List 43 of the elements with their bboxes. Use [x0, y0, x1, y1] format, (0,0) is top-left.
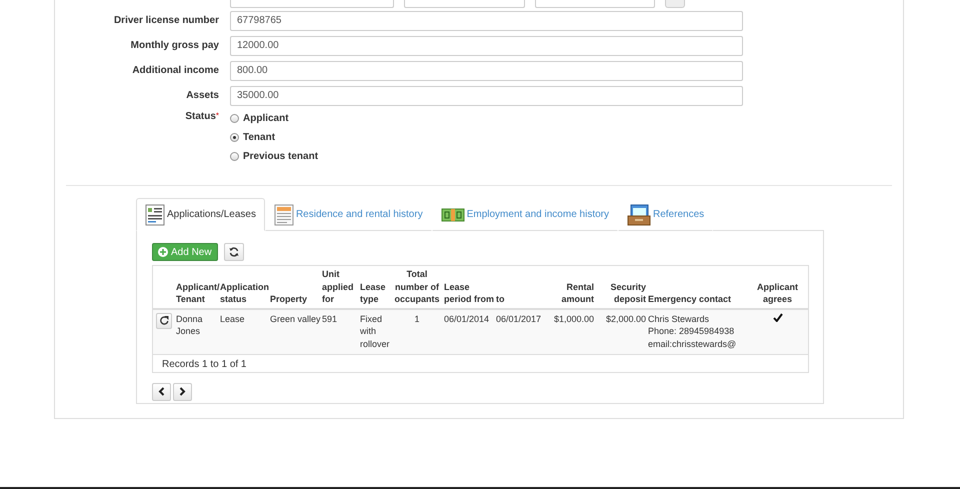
input-field[interactable]: 67798765: [230, 10, 743, 30]
chevron-right-icon: [179, 387, 186, 396]
table-cell: 06/01/2017: [495, 308, 545, 354]
table-cell: Fixed with rollover: [359, 308, 391, 354]
table-cell: Lease: [219, 308, 269, 354]
radio-option[interactable]: Tenant: [230, 130, 318, 144]
table-cell: 1: [391, 308, 443, 354]
tab[interactable]: Employment and income history: [432, 198, 618, 231]
table-cell: Chris Stewards Phone: 28945984938 email:chrisstewards@: [647, 308, 747, 354]
tab[interactable]: References: [618, 198, 714, 231]
money-icon: [440, 206, 465, 222]
previous-button[interactable]: [152, 382, 171, 401]
tab[interactable]: Residence and rental history: [264, 198, 432, 231]
radio-option[interactable]: Previous tenant: [230, 149, 318, 163]
refresh-button[interactable]: [224, 243, 244, 261]
input-field[interactable]: 12000.00: [230, 36, 743, 56]
table-cell: 06/01/2014: [443, 308, 495, 354]
tab[interactable]: Applications/Leases: [136, 198, 265, 231]
field-label: Additional income: [131, 65, 220, 76]
form-icon: [145, 204, 165, 226]
radio-option[interactable]: Applicant: [230, 111, 318, 125]
chevron-left-icon: [158, 387, 165, 396]
tray-icon: [627, 204, 651, 226]
open-row-button[interactable]: [156, 312, 172, 328]
next-button[interactable]: [173, 382, 192, 401]
table-cell: $1,000.00: [545, 308, 595, 354]
plus-circle-icon: [158, 247, 168, 257]
table-cell: 591: [321, 308, 359, 354]
radio-icon[interactable]: [230, 132, 239, 142]
records-count: Records 1 to 1 of 1: [162, 358, 246, 370]
input-field[interactable]: 800.00: [230, 60, 743, 80]
radio-icon[interactable]: [230, 114, 239, 122]
field-label: Assets: [185, 90, 220, 101]
input-field[interactable]: 35000.00: [230, 86, 743, 106]
field-label: Status*: [184, 111, 220, 122]
table-cell: Green valley: [269, 308, 321, 354]
table-cell: Donna Jones: [175, 308, 219, 354]
radio-icon[interactable]: [230, 152, 239, 160]
document-icon: [274, 204, 294, 226]
table-cell: $2,000.00: [595, 308, 647, 354]
field-label: Driver license number: [112, 15, 220, 26]
refresh-icon: [228, 247, 239, 257]
field-label: Monthly gross pay: [130, 40, 220, 51]
